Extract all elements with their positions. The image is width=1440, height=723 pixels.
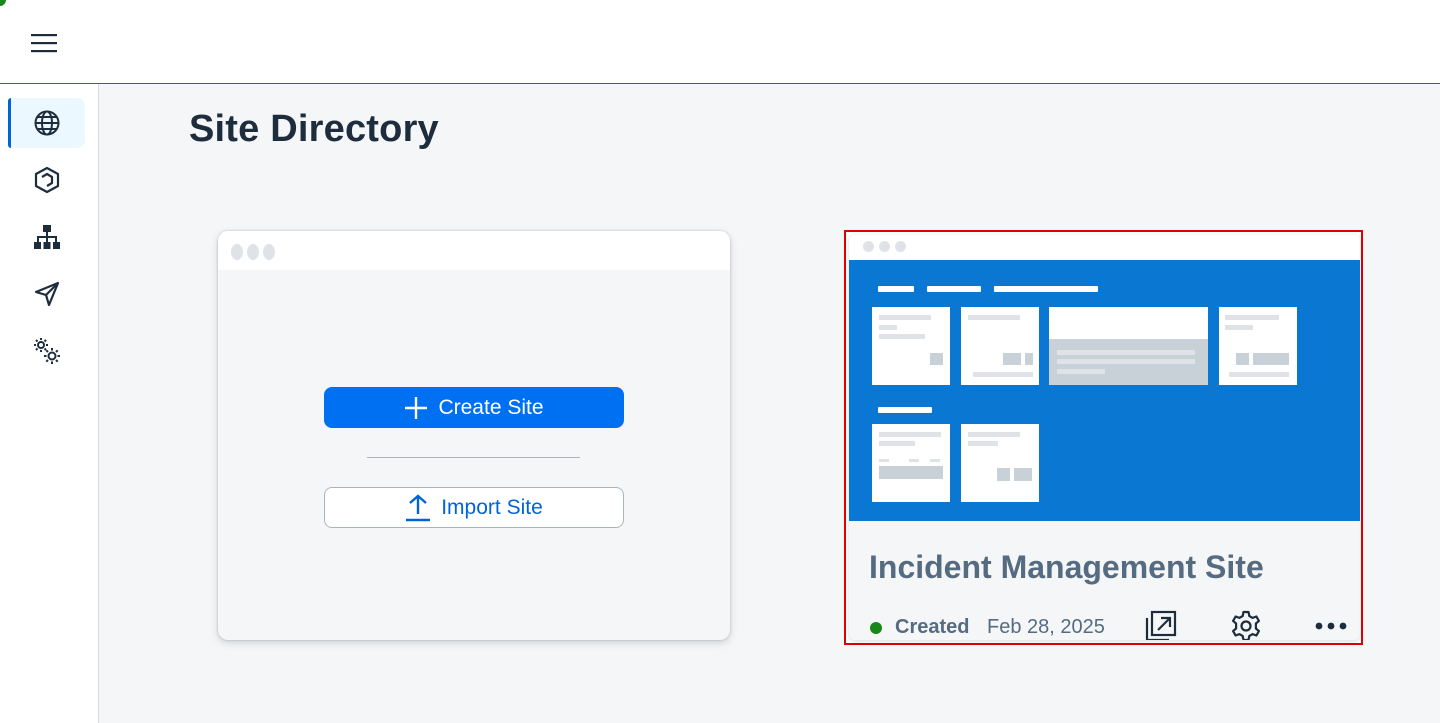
window-dot bbox=[247, 244, 259, 260]
window-dot bbox=[263, 244, 275, 260]
window-dot bbox=[879, 241, 890, 252]
more-button[interactable] bbox=[1311, 606, 1351, 640]
status-text: Created bbox=[895, 616, 970, 638]
settings-gears-icon bbox=[33, 338, 60, 364]
more-icon bbox=[1315, 622, 1347, 630]
upload-icon bbox=[406, 493, 431, 521]
menu-button[interactable] bbox=[22, 24, 66, 62]
open-in-new-window-icon bbox=[1145, 610, 1177, 640]
sidebar-item-content[interactable] bbox=[8, 155, 85, 205]
settings-icon bbox=[1232, 610, 1260, 640]
divider bbox=[367, 457, 580, 458]
shell-bar bbox=[0, 0, 1440, 84]
site-preview-thumbnail[interactable] bbox=[849, 260, 1360, 521]
page-title: Site Directory bbox=[189, 108, 439, 150]
window-dot bbox=[863, 241, 874, 252]
sidebar-item-channels[interactable] bbox=[8, 212, 85, 262]
create-site-button[interactable]: Create Site bbox=[324, 387, 624, 428]
window-dot bbox=[895, 241, 906, 252]
cube-icon bbox=[34, 166, 59, 194]
globe-icon bbox=[34, 110, 59, 136]
sidebar-item-providers[interactable] bbox=[8, 269, 85, 319]
create-site-card: Create Site Import Site bbox=[218, 231, 730, 640]
site-card-body: Incident Management Site Created Feb 28,… bbox=[849, 235, 1360, 640]
sidebar-item-sites[interactable] bbox=[8, 98, 85, 148]
paper-plane-icon bbox=[34, 281, 59, 307]
status-indicator-icon bbox=[870, 622, 882, 634]
open-site-button[interactable] bbox=[1141, 606, 1181, 640]
corner-accent bbox=[0, 0, 6, 6]
hamburger-menu-icon bbox=[31, 34, 57, 53]
org-chart-icon bbox=[33, 225, 60, 249]
side-navigation bbox=[0, 84, 99, 723]
site-name[interactable]: Incident Management Site bbox=[869, 549, 1264, 586]
import-site-button[interactable]: Import Site bbox=[324, 487, 624, 528]
site-card-titlebar bbox=[849, 235, 1360, 260]
site-settings-button[interactable] bbox=[1226, 606, 1266, 640]
window-dot bbox=[231, 244, 243, 260]
sidebar-item-settings[interactable] bbox=[8, 326, 85, 376]
site-date: Feb 28, 2025 bbox=[987, 616, 1105, 638]
import-site-label: Import Site bbox=[441, 495, 543, 519]
site-card[interactable]: Incident Management Site Created Feb 28,… bbox=[844, 230, 1363, 645]
plus-icon bbox=[405, 396, 428, 419]
create-site-label: Create Site bbox=[438, 395, 544, 419]
card-titlebar bbox=[218, 231, 730, 270]
